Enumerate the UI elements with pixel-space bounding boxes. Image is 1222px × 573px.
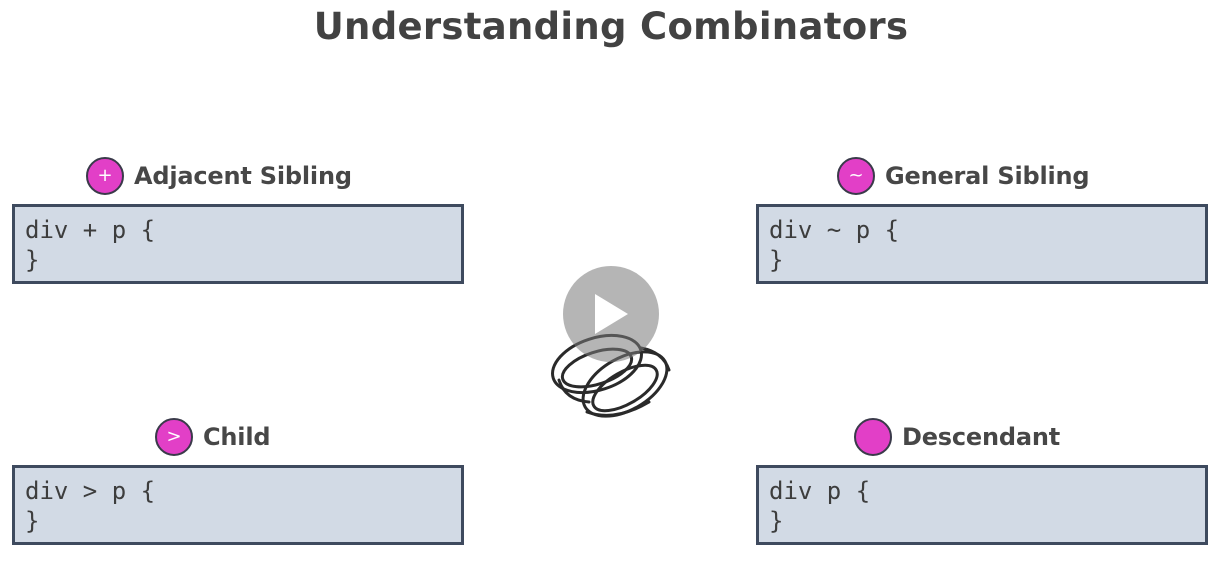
general-sibling-code-box: div ~ p { } [756,204,1208,284]
code-line: } [25,507,40,535]
greater-than-badge-icon: > [155,418,193,456]
code-line: div + p { [25,216,156,244]
adjacent-sibling-heading: + Adjacent Sibling [86,157,352,195]
tilde-badge-icon: ~ [837,157,875,195]
child-label: Child [203,423,271,451]
code-line: div > p { [25,477,156,505]
descendant-code-box: div p { } [756,465,1208,545]
child-code-box: div > p { } [12,465,464,545]
general-sibling-label: General Sibling [885,162,1090,190]
page-title: Understanding Combinators [313,5,909,48]
plus-badge-icon: + [86,157,124,195]
play-button[interactable] [563,266,659,362]
descendant-heading: Descendant [854,418,1060,456]
general-sibling-heading: ~ General Sibling [837,157,1090,195]
code-line: div ~ p { [769,216,900,244]
code-line: } [769,246,784,274]
descendant-label: Descendant [902,423,1061,451]
code-line: } [25,246,40,274]
code-line: div p { [769,477,871,505]
play-icon [595,294,628,334]
child-heading: > Child [155,418,271,456]
code-line: } [769,507,784,535]
blank-badge-icon [854,418,892,456]
adjacent-sibling-label: Adjacent Sibling [134,162,352,190]
adjacent-sibling-code-box: div + p { } [12,204,464,284]
